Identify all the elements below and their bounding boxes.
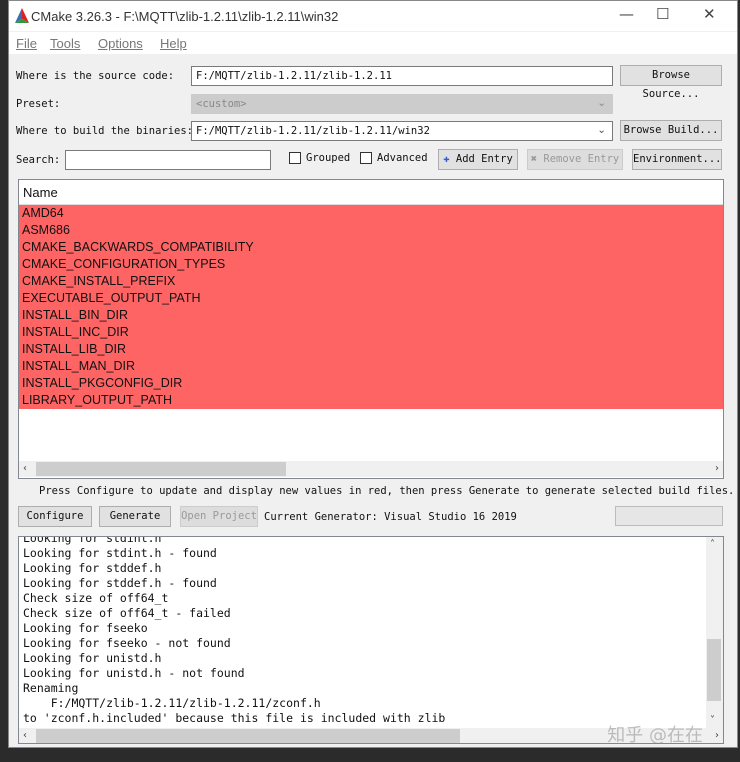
advanced-label: Advanced xyxy=(377,152,428,164)
add-entry-label: Add Entry xyxy=(455,153,513,165)
grouped-label: Grouped xyxy=(306,152,351,164)
table-row[interactable]: EXECUTABLE_OUTPUT_PATH xyxy=(19,290,723,307)
table-row[interactable]: AMD64 xyxy=(19,205,723,222)
chevron-down-icon[interactable]: ⌄ xyxy=(597,124,606,136)
add-entry-button[interactable]: ✚ Add Entry xyxy=(438,149,518,170)
advanced-checkbox[interactable]: Advanced xyxy=(360,152,428,164)
log-line: F:/MQTT/zlib-1.2.11/zlib-1.2.11/zconf.h xyxy=(23,696,321,710)
scroll-down-icon[interactable]: ˅ xyxy=(710,715,715,726)
table-row[interactable]: LIBRARY_OUTPUT_PATH xyxy=(19,392,723,409)
maximize-icon[interactable]: ☐ xyxy=(656,5,669,23)
log-line: Looking for unistd.h - not found xyxy=(23,666,245,680)
remove-entry-button: ✖ Remove Entry xyxy=(527,149,623,170)
source-input[interactable]: F:/MQTT/zlib-1.2.11/zlib-1.2.11 xyxy=(191,66,613,86)
log-line: Looking for stdint.h xyxy=(23,536,162,545)
preset-label: Preset: xyxy=(16,98,61,110)
window-title: CMake 3.26.3 - F:\MQTT\zlib-1.2.11\zlib-… xyxy=(31,9,339,24)
remove-icon: ✖ xyxy=(530,153,538,165)
table-row[interactable]: CMAKE_BACKWARDS_COMPATIBILITY xyxy=(19,239,723,256)
current-generator: Current Generator: Visual Studio 16 2019 xyxy=(264,511,517,523)
table-row[interactable]: CMAKE_CONFIGURATION_TYPES xyxy=(19,256,723,273)
menu-help[interactable]: Help xyxy=(160,36,187,51)
log-line: Looking for unistd.h xyxy=(23,651,162,665)
table-row[interactable]: INSTALL_LIB_DIR xyxy=(19,341,723,358)
build-label: Where to build the binaries: xyxy=(16,125,194,137)
log-line: Looking for fseeko xyxy=(23,621,148,635)
table-rows: AMD64 ASM686 CMAKE_BACKWARDS_COMPATIBILITY… xyxy=(19,205,723,409)
menu-file[interactable]: File xyxy=(16,36,37,51)
output-log: Looking for stdint.h Looking for stdint.h… xyxy=(18,536,724,744)
log-line: Looking for stddef.h xyxy=(23,561,162,575)
preset-value: <custom> xyxy=(196,98,247,110)
grouped-box[interactable] xyxy=(289,152,301,164)
remove-entry-label: Remove Entry xyxy=(543,153,620,165)
scrollbar-thumb[interactable] xyxy=(707,639,721,701)
menu-options[interactable]: Options xyxy=(98,36,143,51)
browse-source-button[interactable]: Browse Source... xyxy=(620,65,722,100)
scrollbar-thumb[interactable] xyxy=(36,729,460,743)
table-row[interactable]: CMAKE_INSTALL_PREFIX xyxy=(19,273,723,290)
browse-build-button[interactable]: Browse Build... xyxy=(620,120,722,141)
open-project-button: Open Project xyxy=(180,506,258,527)
log-line: Looking for fseeko - not found xyxy=(23,636,231,650)
search-input[interactable] xyxy=(65,150,271,170)
table-horizontal-scrollbar[interactable]: ‹ › xyxy=(19,461,723,477)
table-row[interactable]: INSTALL_BIN_DIR xyxy=(19,307,723,324)
grouped-checkbox[interactable]: Grouped xyxy=(289,152,350,164)
scroll-right-icon[interactable]: › xyxy=(715,730,719,741)
minimize-icon[interactable]: — xyxy=(619,5,634,23)
table-row[interactable]: INSTALL_PKGCONFIG_DIR xyxy=(19,375,723,392)
generate-button[interactable]: Generate xyxy=(99,506,171,527)
log-line: Looking for stddef.h - found xyxy=(23,576,217,590)
log-line: Looking for stdint.h - found xyxy=(23,546,217,560)
watermark: 知乎 @在在 xyxy=(607,725,703,744)
table-row[interactable]: INSTALL_INC_DIR xyxy=(19,324,723,341)
table-row[interactable]: INSTALL_MAN_DIR xyxy=(19,358,723,375)
scrollbar-thumb[interactable] xyxy=(36,462,286,476)
menu-tools[interactable]: Tools xyxy=(50,36,80,51)
close-icon[interactable]: ✕ xyxy=(703,5,716,23)
cmake-logo-icon xyxy=(15,8,29,23)
configure-button[interactable]: Configure xyxy=(18,506,92,527)
cmake-window: CMake 3.26.3 - F:\MQTT\zlib-1.2.11\zlib-… xyxy=(8,0,738,748)
scroll-right-icon[interactable]: › xyxy=(715,463,719,474)
scroll-left-icon[interactable]: ‹ xyxy=(23,463,27,474)
environment-button[interactable]: Environment... xyxy=(632,149,722,170)
progress-bar xyxy=(615,506,723,526)
plus-icon: ✚ xyxy=(443,153,450,165)
log-line: Check size of off64_t xyxy=(23,591,169,605)
scroll-left-icon[interactable]: ‹ xyxy=(23,730,27,741)
log-line: Check size of off64_t - failed xyxy=(23,606,231,620)
log-line: Renaming xyxy=(23,681,79,695)
info-text: Press Configure to update and display ne… xyxy=(39,485,735,497)
source-label: Where is the source code: xyxy=(16,70,175,82)
preset-select: <custom> ⌄ xyxy=(191,94,613,114)
build-value: F:/MQTT/zlib-1.2.11/zlib-1.2.11/win32 xyxy=(196,125,430,137)
scroll-up-icon[interactable]: ˄ xyxy=(710,539,715,550)
search-label: Search: xyxy=(16,154,61,166)
chevron-down-icon: ⌄ xyxy=(597,97,606,109)
table-row[interactable]: ASM686 xyxy=(19,222,723,239)
log-vertical-scrollbar[interactable]: ˄ ˅ xyxy=(706,537,723,728)
advanced-box[interactable] xyxy=(360,152,372,164)
title-bar: CMake 3.26.3 - F:\MQTT\zlib-1.2.11\zlib-… xyxy=(9,1,737,31)
log-lines: Looking for stdint.h Looking for stdint.h… xyxy=(19,536,723,726)
build-input[interactable]: F:/MQTT/zlib-1.2.11/zlib-1.2.11/win32 ⌄ xyxy=(191,121,613,141)
menu-bar: File Tools Options Help xyxy=(9,32,737,54)
cache-table: Name AMD64 ASM686 CMAKE_BACKWARDS_COMPATIB… xyxy=(18,179,724,479)
name-column-header[interactable]: Name xyxy=(19,180,723,205)
